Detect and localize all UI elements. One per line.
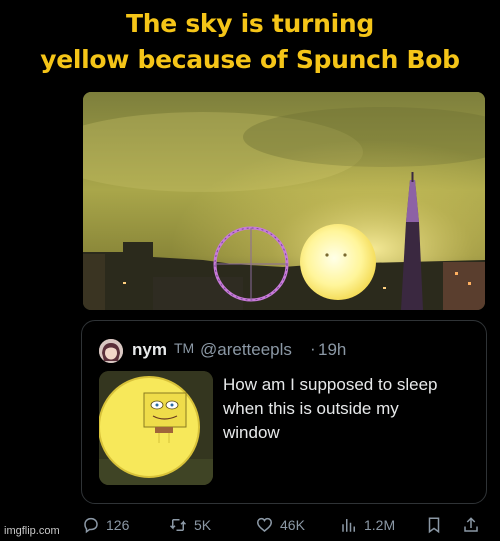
author-name-suffix: TM	[174, 340, 195, 356]
views-button[interactable]: 1.2M	[340, 510, 395, 540]
like-icon	[256, 517, 273, 532]
views-icon	[342, 519, 355, 532]
tweet-text: How am I supposed to sleep when this is …	[223, 373, 473, 445]
tweet-text-line: when this is outside my	[223, 399, 399, 418]
tweet-image[interactable]	[99, 371, 213, 485]
repost-button[interactable]: 5K	[168, 510, 211, 540]
avatar[interactable]	[99, 339, 123, 363]
post-time[interactable]: 19h	[318, 340, 346, 360]
tweet-text-line: How am I supposed to sleep	[223, 375, 438, 394]
share-icon	[464, 517, 478, 532]
repost-count: 5K	[194, 517, 212, 533]
sky-photo	[83, 92, 485, 310]
tweet-text-line: window	[223, 423, 280, 442]
author-name[interactable]: nym	[132, 340, 167, 360]
caption-line-2: yellow because of Spunch Bob	[40, 45, 460, 74]
watermark: imgflip.com	[4, 525, 60, 537]
bookmark-button[interactable]	[426, 510, 448, 540]
like-button[interactable]: 46K	[255, 510, 305, 540]
caption-line-1: The sky is turning	[126, 9, 374, 38]
tweet-actions: 126 5K 46K 1.2M	[0, 510, 500, 540]
sphere-scene-image	[83, 92, 485, 310]
share-button[interactable]	[462, 510, 486, 540]
view-count: 1.2M	[364, 517, 396, 533]
reply-icon	[84, 517, 98, 534]
reply-button[interactable]: 126	[82, 510, 129, 540]
meme-caption: The sky is turning yellow because of Spu…	[0, 6, 500, 78]
repost-icon	[169, 519, 187, 531]
tweet-card[interactable]: nym TM @aretteepls · 19h How am I suppos…	[81, 320, 487, 504]
like-count: 46K	[280, 517, 305, 533]
bookmark-icon	[428, 517, 440, 534]
meta-separator: ·	[310, 339, 316, 358]
reply-count: 126	[106, 517, 130, 533]
author-handle[interactable]: @aretteepls	[200, 340, 292, 360]
